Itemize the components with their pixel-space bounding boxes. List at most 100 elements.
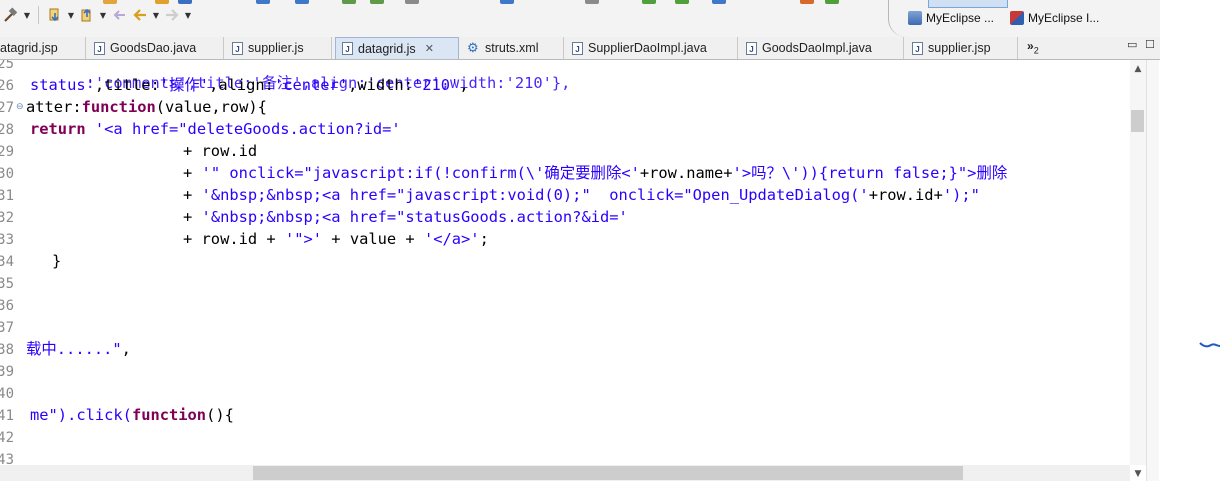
clipped-toolbar-icon	[342, 0, 356, 4]
scroll-down-icon[interactable]: ▼	[1130, 469, 1146, 479]
code-token: ,	[121, 340, 131, 358]
tab-label: supplier.js	[248, 41, 304, 55]
tab-supplier-js[interactable]: J supplier.js	[226, 37, 332, 59]
code-token: + row.id +	[183, 230, 285, 248]
editor-tab-bar: atagrid.jsp J GoodsDao.java J supplier.j…	[0, 37, 1160, 60]
tab-supplierdaoimpl-java[interactable]: J SupplierDaoImpl.java	[566, 37, 738, 59]
perspective-selected-clipped	[928, 0, 1008, 8]
maximize-icon[interactable]: ☐	[1145, 38, 1155, 51]
toolbar-left-group: ▼ ▼ ▼ ▼ ▼	[2, 6, 192, 24]
code-token: ');"	[942, 186, 980, 204]
line-number: 32	[0, 210, 14, 226]
line-number: 30	[0, 166, 14, 182]
tab-overflow-button[interactable]: »2	[1027, 39, 1039, 55]
tab-label: supplier.jsp	[928, 41, 991, 55]
code-line-32: + '&nbsp;&nbsp;<a href="statusGoods.acti…	[183, 206, 628, 228]
code-line-38: 载中......",	[26, 338, 131, 360]
line-number: 41	[0, 408, 14, 424]
clipped-toolbar-icon	[642, 0, 656, 4]
previous-annotation-icon[interactable]	[78, 6, 96, 24]
line-number: 38	[0, 342, 14, 358]
code-token: + row.id	[183, 142, 258, 160]
perspective-label: MyEclipse I...	[1028, 11, 1100, 25]
code-line-41: me").click(function(){	[30, 404, 234, 426]
clipped-toolbar-icon	[178, 0, 192, 4]
code-token: }	[52, 252, 62, 270]
code-token: +	[183, 164, 202, 182]
eclipse-window: ▼ ▼ ▼ ▼ ▼ MyEclipse ... MyEclipse I... a…	[0, 0, 1220, 481]
clipped-toolbar-icon	[256, 0, 270, 4]
forward-arrow-icon[interactable]	[163, 6, 181, 24]
js-file-icon: J	[232, 41, 243, 55]
clipped-toolbar-icon	[500, 0, 514, 4]
xml-gear-icon: ⚙	[467, 40, 479, 55]
java-file-icon: J	[94, 41, 105, 55]
clipped-toolbar-icon	[585, 0, 599, 4]
toolbar-separator	[38, 6, 39, 24]
horizontal-scrollbar[interactable]	[0, 465, 1130, 481]
code-token: +	[183, 208, 202, 226]
minimize-icon[interactable]: ▭	[1127, 38, 1137, 51]
code-line-31: + '&nbsp;&nbsp;<a href="javascript:void(…	[183, 184, 980, 206]
tab-goodsdao-java[interactable]: J GoodsDao.java	[88, 37, 224, 59]
overflow-count: 2	[1033, 45, 1039, 56]
code-token: '&nbsp;&nbsp;<a href="javascript:void(0)…	[201, 186, 869, 204]
overview-ruler	[1146, 60, 1159, 481]
code-token: '<a href="deleteGoods.action?id='	[94, 120, 401, 138]
code-token: '210'	[412, 76, 460, 94]
chevron-down-icon[interactable]: ▼	[67, 11, 75, 20]
clipped-toolbar-icon	[370, 0, 384, 4]
line-number: 34	[0, 254, 14, 270]
code-token: 载中......"	[26, 340, 122, 358]
next-annotation-icon[interactable]	[46, 6, 64, 24]
perspective-myeclipse-image[interactable]: MyEclipse I...	[1010, 11, 1099, 25]
tab-goodsdaoimpl-java[interactable]: J GoodsDaoImpl.java	[740, 37, 904, 59]
line-number: 36	[0, 298, 14, 314]
chevron-down-icon[interactable]: ▼	[99, 11, 107, 20]
line-number: 40	[0, 386, 14, 402]
line-number: 33	[0, 232, 14, 248]
code-token: '" onclick="javascript:if(!confirm(\'确定要…	[201, 164, 640, 182]
perspective-myeclipse-window[interactable]: MyEclipse ...	[908, 11, 994, 25]
chevron-down-icon[interactable]: ▼	[184, 11, 192, 20]
tab-datagrid-jsp[interactable]: atagrid.jsp	[0, 37, 86, 59]
tab-struts-xml[interactable]: ⚙ struts.xml	[461, 37, 564, 59]
myeclipse-window-icon	[908, 11, 922, 25]
chevron-down-icon[interactable]: ▼	[152, 11, 160, 20]
code-token: ,width:	[348, 76, 413, 94]
line-number: 25	[0, 60, 14, 72]
line-number: 39	[0, 364, 14, 380]
code-token: ;	[479, 230, 489, 248]
clipped-toolbar-icon	[405, 0, 419, 4]
code-editor[interactable]: 25 26 27 28 29 30 31 32 33 34 35 36 37 3…	[0, 60, 1130, 465]
code-line-33: + row.id + '">' + value + '</a>';	[183, 228, 489, 250]
fold-toggle-icon[interactable]: ⊖	[16, 102, 24, 112]
code-token: '操作'	[159, 76, 210, 94]
code-token: atter:	[26, 98, 82, 116]
vertical-scroll-thumb[interactable]	[1131, 110, 1144, 132]
code-line-30: + '" onclick="javascript:if(!confirm(\'确…	[183, 162, 1007, 184]
vertical-scrollbar[interactable]: ▲	[1130, 60, 1146, 465]
tab-datagrid-js[interactable]: J datagrid.js ✕	[335, 37, 459, 59]
code-line-27: atter:function(value,row){	[26, 96, 267, 118]
chevron-down-icon[interactable]: ▼	[23, 11, 31, 20]
line-number: 42	[0, 430, 14, 446]
code-line-29: + row.id	[183, 140, 257, 162]
back-arrow-icon[interactable]	[131, 6, 149, 24]
code-token: (value,row){	[155, 98, 267, 116]
horizontal-scroll-thumb[interactable]	[253, 466, 963, 480]
close-icon[interactable]: ✕	[425, 42, 434, 55]
tab-label: struts.xml	[485, 41, 539, 55]
last-edit-location-icon[interactable]	[110, 6, 128, 24]
clipped-toolbar-icon	[675, 0, 689, 4]
line-number: 31	[0, 188, 14, 204]
jsp-file-icon: J	[912, 41, 923, 55]
clipped-toolbar-icon	[295, 0, 309, 4]
hammer-icon[interactable]	[2, 6, 20, 24]
code-line-28: return '<a href="deleteGoods.action?id='	[30, 118, 401, 140]
scroll-up-icon[interactable]: ▲	[1130, 64, 1146, 74]
tab-supplier-jsp[interactable]: J supplier.jsp	[906, 37, 1018, 59]
clipped-toolbar-icon	[800, 0, 814, 4]
tab-label: atagrid.jsp	[0, 41, 58, 55]
line-number: 43	[0, 452, 14, 465]
